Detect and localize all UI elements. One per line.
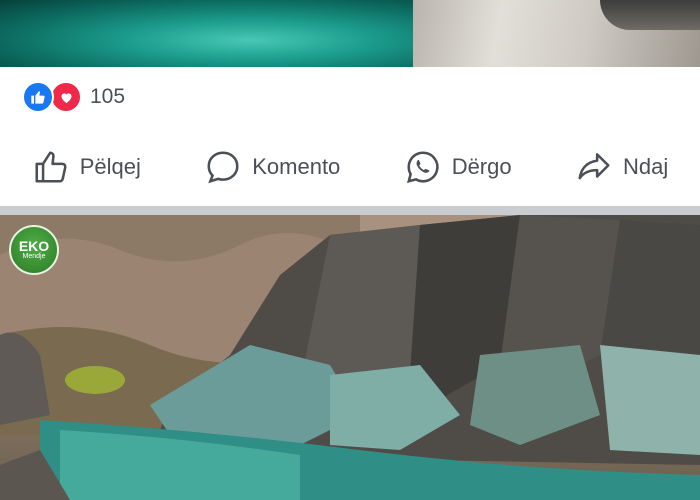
eko-logo-badge: EKO Mendje bbox=[9, 225, 59, 275]
post-action-bar: Pëlqej Komento Dërgo Ndaj bbox=[0, 140, 700, 194]
comment-label: Komento bbox=[252, 154, 341, 179]
whatsapp-icon bbox=[406, 151, 439, 184]
like-label: Pëlqej bbox=[79, 154, 141, 179]
post-image-top[interactable] bbox=[0, 0, 700, 67]
badge-line1: EKO bbox=[18, 238, 50, 254]
post-divider bbox=[0, 206, 700, 215]
water-region bbox=[0, 0, 415, 67]
thumbs-up-icon bbox=[35, 151, 67, 183]
like-button[interactable]: Pëlqej bbox=[32, 148, 141, 186]
comment-icon bbox=[207, 151, 239, 184]
send-label: Dërgo bbox=[451, 154, 512, 179]
reactions-summary[interactable]: 105 bbox=[22, 81, 126, 113]
share-icon bbox=[578, 153, 610, 180]
post-image-main[interactable] bbox=[0, 215, 700, 500]
share-button[interactable]: Ndaj bbox=[575, 148, 668, 186]
comment-button[interactable]: Komento bbox=[204, 148, 340, 186]
share-label: Ndaj bbox=[623, 154, 669, 179]
badge-line2: Mendje bbox=[22, 253, 46, 260]
landscape-illustration bbox=[0, 215, 700, 500]
love-icon bbox=[50, 81, 82, 113]
like-icon bbox=[22, 81, 54, 113]
reaction-count: 105 bbox=[90, 85, 126, 108]
send-whatsapp-button[interactable]: Dërgo bbox=[404, 148, 512, 186]
rock-shadow bbox=[600, 0, 700, 30]
